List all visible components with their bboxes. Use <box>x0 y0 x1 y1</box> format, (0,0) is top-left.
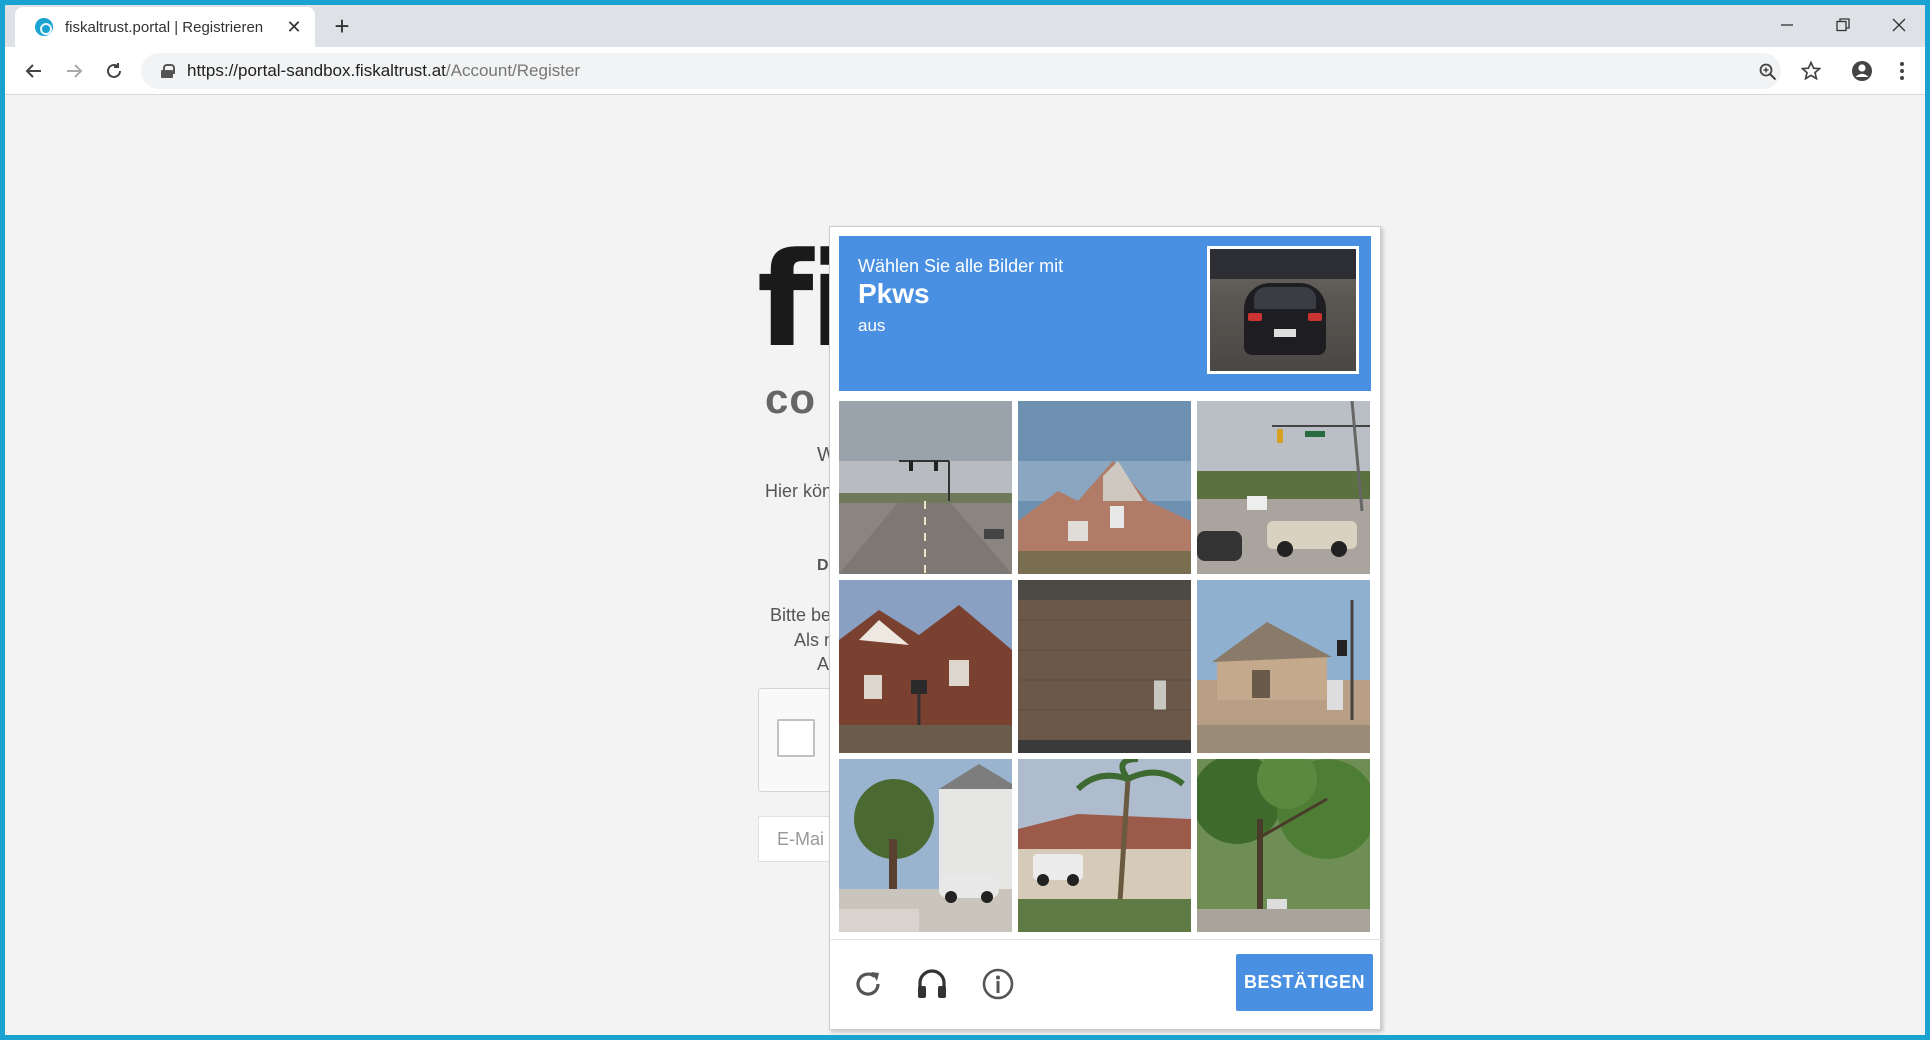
lock-icon[interactable] <box>161 64 175 78</box>
captcha-challenge-dialog: Wählen Sie alle Bilder mit Pkws aus BEST… <box>829 226 1382 1031</box>
section-label: D <box>817 557 829 574</box>
close-tab-icon[interactable]: ✕ <box>283 16 305 38</box>
target-object-label: Pkws <box>858 278 930 309</box>
close-window-icon[interactable] <box>1875 11 1923 39</box>
captcha-tile-5[interactable] <box>1018 580 1191 753</box>
captcha-image-grid <box>839 401 1371 933</box>
logo-subtitle: co <box>765 375 817 422</box>
reload-challenge-icon[interactable] <box>848 964 888 1004</box>
info-help-icon[interactable] <box>978 964 1018 1004</box>
recaptcha-checkbox[interactable] <box>777 719 815 757</box>
address-bar[interactable]: https://portal-sandbox.fiskaltrust.at/Ac… <box>141 53 1781 89</box>
url-text: https://portal-sandbox.fiskaltrust.at/Ac… <box>187 61 581 80</box>
bookmark-star-icon[interactable] <box>1797 57 1825 85</box>
captcha-instructions: Wählen Sie alle Bilder mit Pkws aus <box>839 236 1371 391</box>
forward-arrow-icon[interactable] <box>60 57 88 85</box>
audio-challenge-headphones-icon[interactable] <box>912 964 952 1004</box>
fiskaltrust-favicon-icon <box>35 18 53 36</box>
captcha-tile-2[interactable] <box>1018 401 1191 574</box>
reload-icon[interactable] <box>100 57 128 85</box>
captcha-footer: BESTÄTIGEN <box>830 939 1382 1031</box>
back-arrow-icon[interactable] <box>20 57 48 85</box>
restore-icon[interactable] <box>1819 11 1867 39</box>
captcha-tile-6[interactable] <box>1197 580 1370 753</box>
email-input[interactable]: E-Mai <box>758 816 838 862</box>
browser-toolbar: https://portal-sandbox.fiskaltrust.at/Ac… <box>5 47 1925 95</box>
minimize-icon[interactable] <box>1763 11 1811 39</box>
captcha-tile-8[interactable] <box>1018 759 1191 932</box>
instruction-suffix: aus <box>858 316 886 335</box>
intro-text: Hier kön <box>765 481 833 501</box>
new-tab-icon[interactable]: + <box>330 13 354 39</box>
tab-title: fiskaltrust.portal | Registrieren <box>65 18 264 36</box>
captcha-tile-3[interactable] <box>1197 401 1370 574</box>
captcha-tile-9[interactable] <box>1197 759 1370 932</box>
zoom-icon[interactable] <box>1755 59 1781 85</box>
info-text-1: Bitte be <box>770 605 832 625</box>
browser-window: fiskaltrust.portal | Registrieren ✕ + ht… <box>5 5 1925 1035</box>
profile-avatar-icon[interactable] <box>1848 57 1876 85</box>
captcha-tile-7[interactable] <box>839 759 1012 932</box>
menu-dots-icon[interactable] <box>1888 57 1916 85</box>
recaptcha-widget <box>758 688 838 792</box>
sample-car-image <box>1207 246 1359 374</box>
captcha-tile-1[interactable] <box>839 401 1012 574</box>
verify-button[interactable]: BESTÄTIGEN <box>1236 954 1373 1011</box>
browser-tab[interactable]: fiskaltrust.portal | Registrieren ✕ <box>15 7 315 47</box>
instruction-text: Wählen Sie alle Bilder mit <box>858 256 1064 276</box>
tab-strip: fiskaltrust.portal | Registrieren ✕ + <box>5 5 1925 47</box>
captcha-tile-4[interactable] <box>839 580 1012 753</box>
